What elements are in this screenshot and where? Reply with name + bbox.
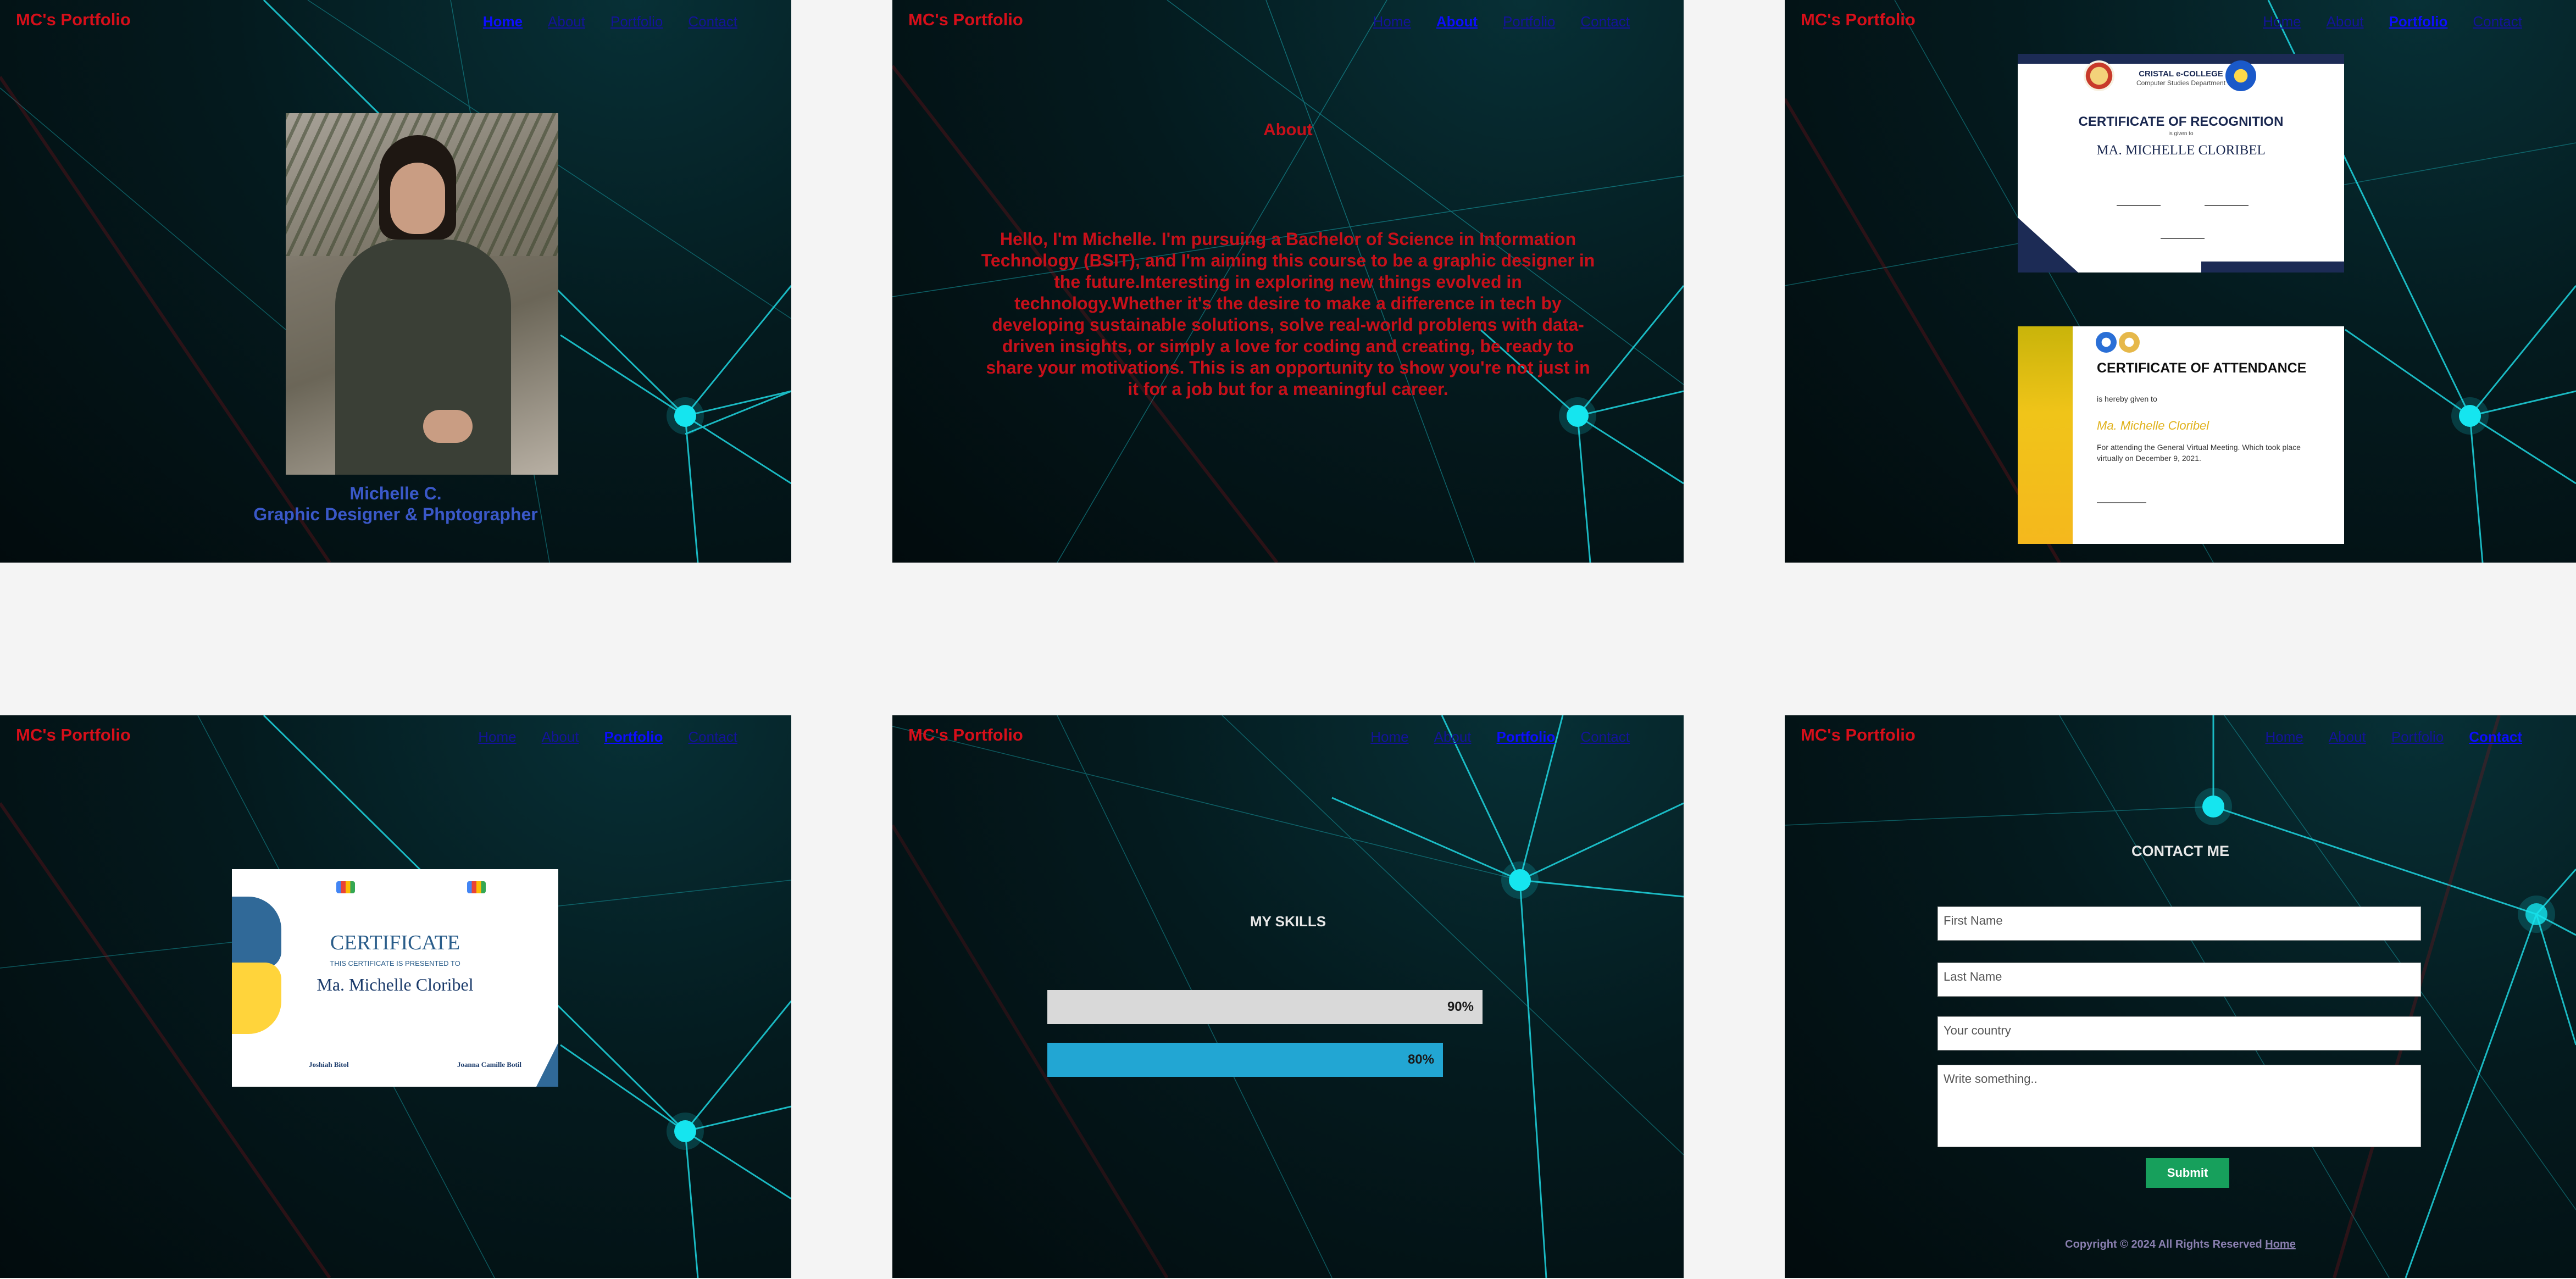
footer-copyright: Copyright © 2024 All Rights Reserved — [2065, 1238, 2262, 1250]
nav-portfolio-link[interactable]: Portfolio — [604, 729, 663, 746]
certificate-title: CERTIFICATE — [330, 931, 460, 954]
main-nav: Home About Portfolio Contact — [1373, 13, 1630, 30]
skill-bar-2-fill: 80% — [1047, 1043, 1443, 1077]
certificate-given-text: is given to — [2168, 131, 2194, 137]
recipient-name: Ma. Michelle Cloribel — [2097, 419, 2209, 432]
nav-about-link[interactable]: About — [2327, 13, 2364, 30]
about-page-panel: MC's Portfolio Home About Portfolio Cont… — [892, 0, 1684, 563]
gdsc-logo-icon — [336, 881, 355, 893]
certificate-recognition: CRISTAL e-COLLEGE Computer Studies Depar… — [2018, 54, 2344, 273]
footer: Copyright © 2024 All Rights Reserved Hom… — [1785, 1238, 2576, 1251]
signatory-2: Joanna Camille Botil — [457, 1060, 522, 1069]
skill-bar-1-fill: 90% — [1047, 990, 1483, 1024]
nav-home-link[interactable]: Home — [2266, 729, 2303, 746]
nav-portfolio-link[interactable]: Portfolio — [1497, 729, 1556, 746]
about-text: Hello, I'm Michelle. I'm pursuing a Bach… — [981, 229, 1595, 399]
main-nav: Home About Portfolio Contact — [478, 729, 737, 746]
skill-bar-2-label: 80% — [1407, 1052, 1434, 1067]
main-nav: Home About Portfolio Contact — [2263, 13, 2522, 30]
nav-about-link[interactable]: About — [548, 13, 585, 30]
nav-contact-link[interactable]: Contact — [1580, 13, 1630, 30]
org-seal-icon — [2096, 332, 2117, 353]
nav-portfolio-link[interactable]: Portfolio — [2391, 729, 2444, 746]
main-nav: Home About Portfolio Contact — [1370, 729, 1630, 746]
certificate-given-text: is hereby given to — [2097, 394, 2157, 403]
home-page-panel: MC's Portfolio Home About Portfolio Cont… — [0, 0, 791, 563]
profile-role: Graphic Designer & Phptographer — [253, 504, 538, 524]
nav-home-link[interactable]: Home — [2263, 13, 2301, 30]
nav-contact-link[interactable]: Contact — [688, 729, 737, 746]
logo[interactable]: MC's Portfolio — [908, 725, 1023, 745]
nav-about-link[interactable]: About — [542, 729, 579, 746]
certificate-title: CERTIFICATE OF ATTENDANCE — [2097, 360, 2307, 376]
nav-about-link[interactable]: About — [1436, 13, 1478, 30]
profile-photo — [286, 113, 558, 475]
nav-about-link[interactable]: About — [2329, 729, 2366, 746]
country-field[interactable]: Your country — [1937, 1016, 2421, 1050]
contact-page-panel: MC's Portfolio Home About Portfolio Cont… — [1785, 715, 2576, 1278]
recipient-name: Ma. Michelle Cloribel — [317, 975, 474, 994]
logo[interactable]: MC's Portfolio — [908, 10, 1023, 30]
logo[interactable]: MC's Portfolio — [16, 725, 131, 745]
portfolio-page-panel-1: MC's Portfolio Home About Portfolio Cont… — [1785, 0, 2576, 563]
certificate-subtitle: THIS CERTIFICATE IS PRESENTED TO — [330, 959, 460, 967]
nav-home-link[interactable]: Home — [483, 13, 523, 30]
skills-page-panel: MC's Portfolio Home About Portfolio Cont… — [892, 715, 1684, 1278]
profile-name: Michelle C. — [349, 483, 442, 503]
nav-about-link[interactable]: About — [1434, 729, 1472, 746]
nav-contact-link[interactable]: Contact — [1580, 729, 1630, 746]
college-name: CRISTAL e-COLLEGE — [2139, 69, 2223, 79]
footer-home-link[interactable]: Home — [2265, 1238, 2296, 1250]
about-title: About — [1263, 120, 1313, 139]
skill-bar-2: 80% — [1047, 1043, 1542, 1077]
logo[interactable]: MC's Portfolio — [1801, 10, 1916, 30]
main-nav: Home About Portfolio Contact — [2266, 729, 2522, 746]
skill-bar-1-label: 90% — [1447, 999, 1474, 1014]
certificate-title: CERTIFICATE OF RECOGNITION — [2078, 114, 2284, 129]
contact-title: CONTACT ME — [2131, 843, 2229, 859]
skill-bar-1: 90% — [1047, 990, 1531, 1024]
department-name: Computer Studies Department — [2136, 79, 2226, 87]
nav-home-link[interactable]: Home — [478, 729, 516, 746]
certificate-python: CERTIFICATE THIS CERTIFICATE IS PRESENTE… — [232, 869, 558, 1087]
logo[interactable]: MC's Portfolio — [1801, 725, 1916, 745]
nav-portfolio-link[interactable]: Portfolio — [1503, 13, 1555, 30]
skills-title: MY SKILLS — [1250, 913, 1326, 930]
nav-contact-link[interactable]: Contact — [2469, 729, 2522, 746]
org-seal-2-icon — [2119, 332, 2140, 353]
gdsc-logo-2-icon — [467, 881, 486, 893]
message-field[interactable]: Write something.. — [1937, 1065, 2421, 1147]
signatory-1: Joshiah Bitol — [309, 1060, 349, 1069]
certificate-attendance: CERTIFICATE OF ATTENDANCE is hereby give… — [2018, 326, 2344, 544]
logo[interactable]: MC's Portfolio — [16, 10, 131, 30]
nav-contact-link[interactable]: Contact — [2473, 13, 2522, 30]
first-name-field[interactable]: First Name — [1937, 907, 2421, 941]
certificate-body-text: For attending the General Virtual Meetin… — [2097, 443, 2301, 463]
nav-home-link[interactable]: Home — [1373, 13, 1411, 30]
nav-portfolio-link[interactable]: Portfolio — [2389, 13, 2448, 30]
recipient-name: MA. MICHELLE CLORIBEL — [2096, 143, 2266, 158]
main-nav: Home About Portfolio Contact — [483, 13, 737, 30]
submit-button[interactable]: Submit — [2146, 1158, 2229, 1188]
portfolio-page-panel-2: MC's Portfolio Home About Portfolio Cont… — [0, 715, 791, 1278]
last-name-field[interactable]: Last Name — [1937, 963, 2421, 997]
nav-home-link[interactable]: Home — [1370, 729, 1408, 746]
nav-portfolio-link[interactable]: Portfolio — [610, 13, 663, 30]
nav-contact-link[interactable]: Contact — [688, 13, 737, 30]
network-background — [1785, 715, 2576, 1278]
